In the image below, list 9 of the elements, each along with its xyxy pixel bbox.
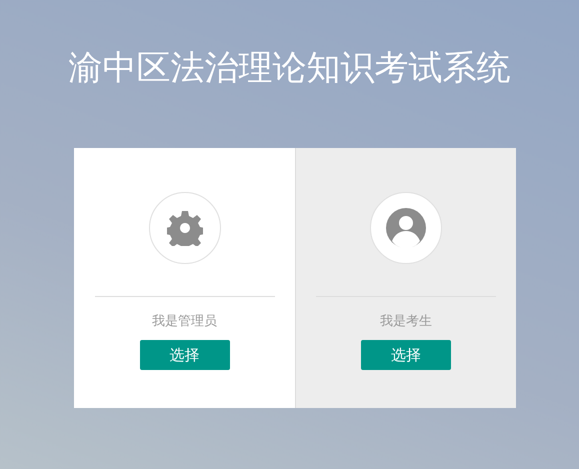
role-label: 我是考生 [380,314,432,330]
gear-icon [166,210,202,246]
role-panel[interactable]: 我是管理员 选择 [74,148,295,408]
role-label: 我是管理员 [152,314,217,330]
select-button[interactable]: 选择 [140,340,230,370]
select-button[interactable]: 选择 [361,340,451,370]
user-icon [385,207,427,249]
page-title: 渝中区法治理论知识考试系统 [68,47,512,90]
role-panel[interactable]: 我是考生 选择 [295,148,516,408]
